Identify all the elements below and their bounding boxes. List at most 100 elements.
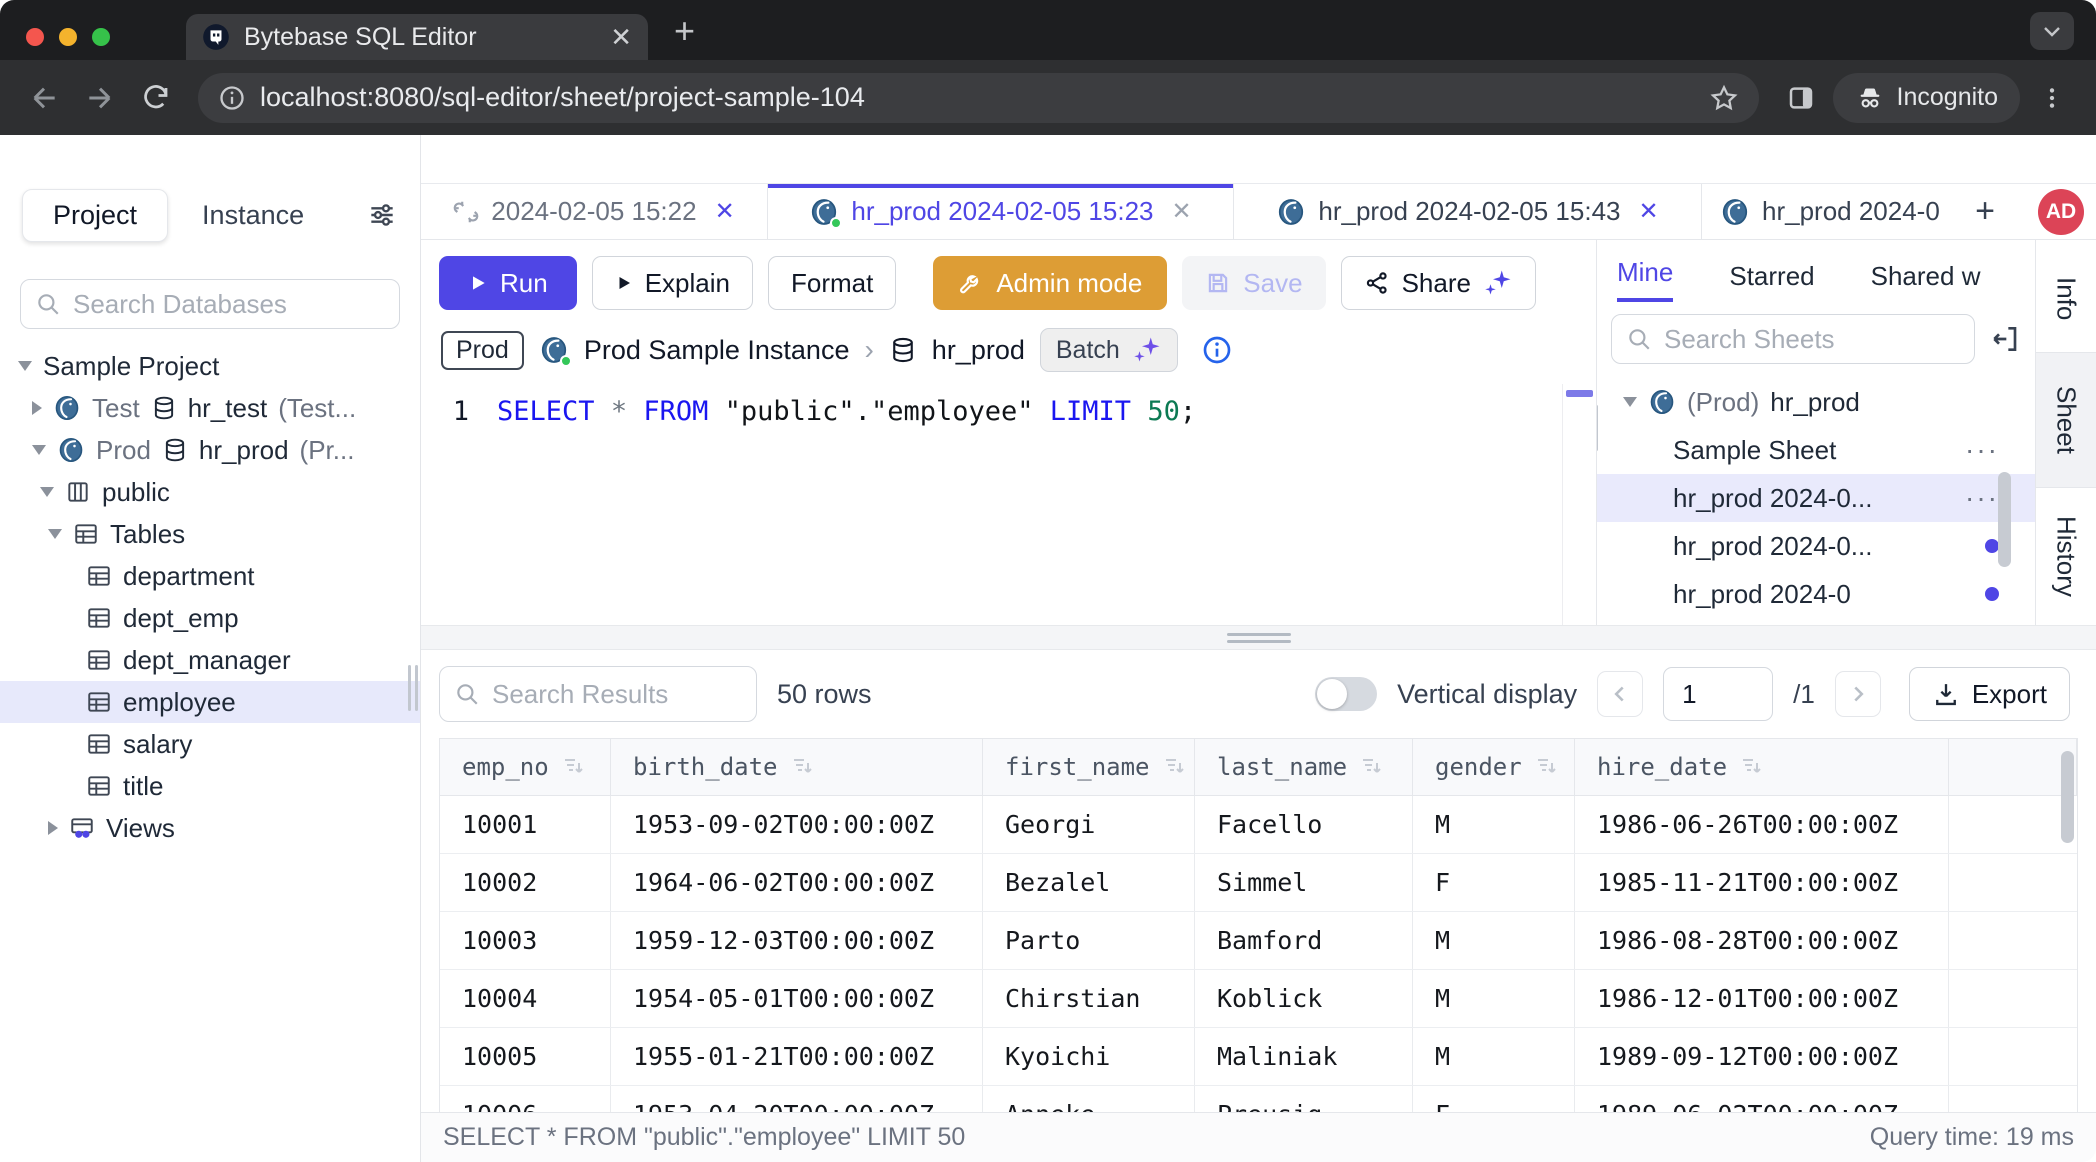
- cell[interactable]: 1986-08-28T00:00:00Z: [1575, 912, 1949, 969]
- cell[interactable]: 1986-06-26T00:00:00Z: [1575, 796, 1949, 853]
- caret-down-icon[interactable]: [32, 445, 46, 455]
- tab-mine[interactable]: Mine: [1617, 257, 1673, 302]
- cell[interactable]: Bezalel: [983, 854, 1195, 911]
- cell[interactable]: Maliniak: [1195, 1028, 1413, 1085]
- search-databases-input[interactable]: Search Databases: [20, 279, 400, 329]
- prev-page-button[interactable]: [1597, 671, 1643, 717]
- search-sheets-input[interactable]: Search Sheets: [1611, 314, 1975, 364]
- tab-info[interactable]: Info: [2036, 245, 2096, 353]
- bookmark-star-icon[interactable]: [1709, 83, 1739, 113]
- database-name[interactable]: hr_prod: [932, 335, 1025, 366]
- batch-button[interactable]: Batch: [1040, 328, 1178, 372]
- cell[interactable]: 1953-09-02T00:00:00Z: [611, 796, 983, 853]
- sheet-menu-icon[interactable]: ···: [1965, 482, 1999, 514]
- column-header-gender[interactable]: gender: [1413, 739, 1575, 795]
- cell[interactable]: 10002: [440, 854, 611, 911]
- tree-schema-public[interactable]: public: [0, 471, 420, 513]
- cell[interactable]: M: [1413, 1028, 1575, 1085]
- browser-tab[interactable]: Bytebase SQL Editor ✕: [186, 14, 648, 60]
- save-button[interactable]: Save: [1182, 256, 1325, 310]
- table-row[interactable]: 10004 1954-05-01T00:00:00Z Chirstian Kob…: [440, 970, 2077, 1028]
- table-row[interactable]: 10003 1959-12-03T00:00:00Z Parto Bamford…: [440, 912, 2077, 970]
- tab-instance[interactable]: Instance: [202, 200, 304, 231]
- sort-icon[interactable]: [1359, 755, 1383, 779]
- cell[interactable]: 10006: [440, 1086, 611, 1112]
- cell[interactable]: 10003: [440, 912, 611, 969]
- table-row[interactable]: 10001 1953-09-02T00:00:00Z Georgi Facell…: [440, 796, 2077, 854]
- admin-mode-button[interactable]: Admin mode: [933, 256, 1167, 310]
- column-header-first-name[interactable]: first_name: [983, 739, 1195, 795]
- editor-scrollbar-thumb[interactable]: [1566, 390, 1593, 397]
- cell[interactable]: F: [1413, 854, 1575, 911]
- tree-views-group[interactable]: Views: [0, 807, 420, 849]
- tree-table-title[interactable]: title: [0, 765, 420, 807]
- minimize-window-button[interactable]: [59, 28, 77, 46]
- sheet-list-item[interactable]: hr_prod 2024-0...: [1597, 522, 2035, 570]
- sort-icon[interactable]: [790, 755, 814, 779]
- search-results-input[interactable]: Search Results: [439, 666, 757, 722]
- sheets-scrollbar-thumb[interactable]: [1998, 472, 2011, 567]
- close-sheet-tab-icon[interactable]: ✕: [715, 197, 735, 226]
- tree-table-salary[interactable]: salary: [0, 723, 420, 765]
- url-text[interactable]: localhost:8080/sql-editor/sheet/project-…: [260, 82, 1695, 113]
- cell[interactable]: F: [1413, 1086, 1575, 1112]
- cell[interactable]: Bamford: [1195, 912, 1413, 969]
- cell[interactable]: 1989-09-12T00:00:00Z: [1575, 1028, 1949, 1085]
- new-tab-button[interactable]: +: [648, 10, 695, 60]
- sheets-panel-resize-handle[interactable]: [1597, 405, 1598, 451]
- table-row[interactable]: 10005 1955-01-21T00:00:00Z Kyoichi Malin…: [440, 1028, 2077, 1086]
- reload-button[interactable]: [132, 74, 180, 122]
- tree-project-row[interactable]: Sample Project: [0, 345, 420, 387]
- sheet-menu-icon[interactable]: ···: [1965, 434, 1999, 466]
- share-button[interactable]: Share: [1341, 256, 1536, 310]
- tree-table-dept-manager[interactable]: dept_manager: [0, 639, 420, 681]
- tree-table-employee-selected[interactable]: employee: [0, 681, 420, 723]
- format-button[interactable]: Format: [768, 256, 896, 310]
- page-number-input[interactable]: [1663, 667, 1773, 721]
- cell[interactable]: 1985-11-21T00:00:00Z: [1575, 854, 1949, 911]
- sidebar-resize-handle[interactable]: [408, 665, 418, 711]
- table-row[interactable]: 10002 1964-06-02T00:00:00Z Bezalel Simme…: [440, 854, 2077, 912]
- close-sheet-tab-icon[interactable]: ✕: [1172, 197, 1192, 226]
- cell[interactable]: M: [1413, 796, 1575, 853]
- side-panel-button[interactable]: [1777, 74, 1825, 122]
- caret-down-icon[interactable]: [1623, 397, 1637, 407]
- ai-sparkle-icon[interactable]: [1483, 268, 1513, 298]
- caret-down-icon[interactable]: [40, 487, 54, 497]
- column-header-hire-date[interactable]: hire_date: [1575, 739, 1949, 795]
- sort-icon[interactable]: [1739, 755, 1763, 779]
- cell[interactable]: 1964-06-02T00:00:00Z: [611, 854, 983, 911]
- sheet-list-item[interactable]: Sample Sheet ···: [1597, 426, 2035, 474]
- tree-db-hr-prod[interactable]: Prod hr_prod (Pr...: [0, 429, 420, 471]
- address-bar[interactable]: localhost:8080/sql-editor/sheet/project-…: [198, 73, 1759, 123]
- cell[interactable]: 10005: [440, 1028, 611, 1085]
- tab-starred[interactable]: Starred: [1729, 261, 1814, 302]
- close-window-button[interactable]: [26, 28, 44, 46]
- cell[interactable]: M: [1413, 912, 1575, 969]
- table-row-partial[interactable]: 10006 1953-04-20T00:00:00Z Anneke Preusi…: [440, 1086, 2077, 1112]
- cell[interactable]: Parto: [983, 912, 1195, 969]
- instance-name[interactable]: Prod Sample Instance: [584, 335, 850, 366]
- sql-editor[interactable]: 1 SELECT * FROM "public"."employee" LIMI…: [421, 384, 1596, 625]
- cell[interactable]: 1954-05-01T00:00:00Z: [611, 970, 983, 1027]
- browser-menu-button[interactable]: [2028, 74, 2076, 122]
- column-header-last-name[interactable]: last_name: [1195, 739, 1413, 795]
- table-scrollbar-thumb[interactable]: [2061, 751, 2074, 843]
- cell[interactable]: Chirstian: [983, 970, 1195, 1027]
- cell[interactable]: 10004: [440, 970, 611, 1027]
- tab-search-button[interactable]: [2030, 12, 2074, 50]
- cell[interactable]: Koblick: [1195, 970, 1413, 1027]
- column-header-birth-date[interactable]: birth_date: [611, 739, 983, 795]
- cell[interactable]: Simmel: [1195, 854, 1413, 911]
- results-splitter-handle[interactable]: [421, 625, 2096, 650]
- sort-icon[interactable]: [1162, 755, 1186, 779]
- vertical-display-toggle[interactable]: [1315, 677, 1377, 711]
- cell[interactable]: Anneke: [983, 1086, 1195, 1112]
- export-button[interactable]: Export: [1909, 667, 2070, 721]
- cell[interactable]: Georgi: [983, 796, 1195, 853]
- close-sheet-tab-icon[interactable]: ✕: [1639, 197, 1659, 226]
- caret-right-icon[interactable]: [32, 401, 42, 415]
- tab-sheet[interactable]: Sheet: [2036, 353, 2096, 488]
- sheet-list-item-selected[interactable]: hr_prod 2024-0... ···: [1597, 474, 2035, 522]
- user-avatar[interactable]: AD: [2038, 189, 2084, 235]
